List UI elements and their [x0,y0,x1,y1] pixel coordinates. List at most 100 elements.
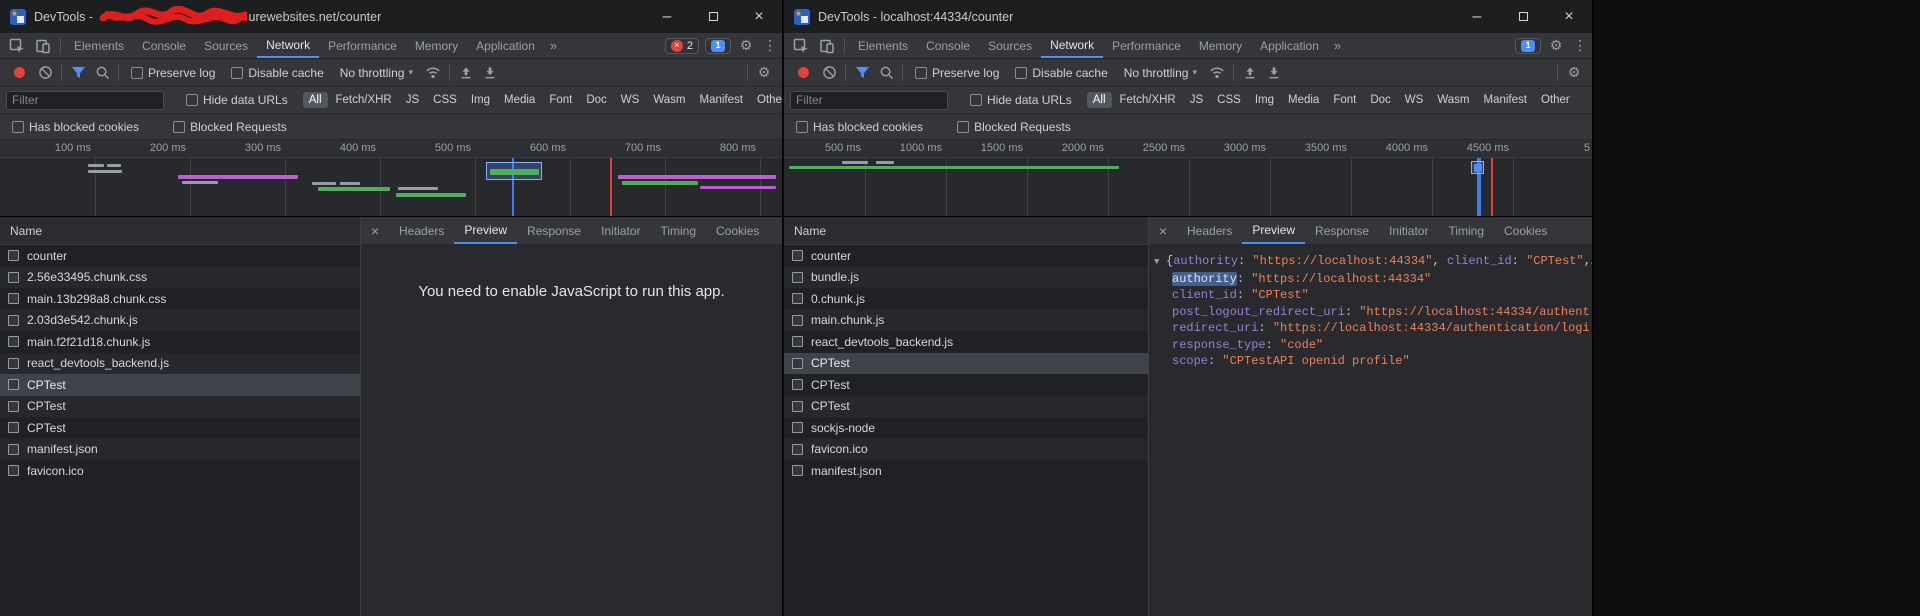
filter-chip-css[interactable]: CSS [1211,92,1247,108]
request-row[interactable]: manifest.json [0,438,360,460]
close-button[interactable]: × [736,0,782,33]
filter-chip-other[interactable]: Other [1535,92,1576,108]
import-har-icon[interactable] [1238,61,1262,85]
more-panels-chevron-icon[interactable]: » [544,33,563,58]
request-row[interactable]: react_devtools_backend.js [0,352,360,374]
network-settings-gear-icon[interactable]: ⚙ [752,61,776,85]
detail-tab-cookies[interactable]: Cookies [706,217,769,244]
detail-tab-headers[interactable]: Headers [1177,217,1242,244]
more-options-icon[interactable]: ⋮ [1568,34,1592,58]
request-row[interactable]: 0.chunk.js [784,288,1148,310]
close-pane-icon[interactable]: × [1149,217,1177,244]
detail-tab-timing[interactable]: Timing [650,217,706,244]
request-row[interactable]: CPTest [0,417,360,439]
close-button[interactable]: × [1546,0,1592,33]
network-overview-timeline[interactable]: 500 ms 1000 ms 1500 ms 2000 ms 2500 ms 3000 m… [784,140,1592,217]
more-panels-chevron-icon[interactable]: » [1328,33,1347,58]
filter-chip-all[interactable]: All [1086,92,1112,108]
filter-chip-all[interactable]: All [302,92,328,108]
request-row[interactable]: sockjs-node [784,417,1148,439]
panel-tab-elements[interactable]: Elements [849,33,917,58]
export-har-icon[interactable] [1262,61,1286,85]
hide-data-urls-checkbox[interactable]: Hide data URLs [970,93,1072,107]
panel-tab-sources[interactable]: Sources [979,33,1041,58]
request-row[interactable]: CPTest [0,395,360,417]
search-icon[interactable] [874,61,898,85]
filter-chip-js[interactable]: JS [1184,92,1209,108]
panel-tab-application[interactable]: Application [1251,33,1328,58]
blocked-requests-checkbox[interactable]: Blocked Requests [957,120,1071,134]
request-row[interactable]: CPTest [0,374,360,396]
panel-tab-console[interactable]: Console [133,33,195,58]
filter-chip-doc[interactable]: Doc [1364,92,1396,108]
detail-tab-cookies[interactable]: Cookies [1494,217,1557,244]
request-row[interactable]: counter [0,245,360,267]
hide-data-urls-checkbox[interactable]: Hide data URLs [186,93,288,107]
console-message-badge[interactable]: 1 [705,37,731,54]
request-row[interactable]: main.chunk.js [784,309,1148,331]
settings-gear-icon[interactable]: ⚙ [734,34,758,58]
filter-chip-media[interactable]: Media [1282,92,1325,108]
filter-funnel-icon[interactable] [850,61,874,85]
has-blocked-cookies-checkbox[interactable]: Has blocked cookies [12,120,139,134]
filter-chip-css[interactable]: CSS [427,92,463,108]
panel-tab-performance[interactable]: Performance [319,33,406,58]
device-toolbar-icon[interactable] [30,33,56,58]
inspect-element-icon[interactable] [4,33,30,58]
search-icon[interactable] [90,61,114,85]
filter-chip-wasm[interactable]: Wasm [647,92,691,108]
panel-tab-console[interactable]: Console [917,33,979,58]
filter-chip-fetch-xhr[interactable]: Fetch/XHR [330,92,398,108]
record-button[interactable] [14,67,25,78]
filter-chip-wasm[interactable]: Wasm [1431,92,1475,108]
maximize-button[interactable] [690,0,736,33]
import-har-icon[interactable] [454,61,478,85]
disable-cache-checkbox[interactable]: Disable cache [231,66,324,80]
filter-input[interactable] [790,90,948,110]
panel-tab-network[interactable]: Network [1041,33,1104,58]
titlebar[interactable]: DevTools - urewebsites.net/counter – × [0,0,782,33]
clear-icon[interactable] [817,61,841,85]
error-count-badge[interactable]: × 2 [664,37,699,54]
request-row[interactable]: favicon.ico [0,460,360,482]
device-toolbar-icon[interactable] [814,33,840,58]
network-conditions-icon[interactable] [421,61,445,85]
detail-tab-preview[interactable]: Preview [454,217,518,244]
request-row[interactable]: CPTest [784,395,1148,417]
titlebar[interactable]: DevTools - localhost:44334/counter – × [784,0,1592,33]
name-column-header[interactable]: Name [784,217,1148,245]
filter-input[interactable] [6,90,164,110]
filter-chip-js[interactable]: JS [400,92,425,108]
request-row[interactable]: counter [784,245,1148,267]
filter-chip-manifest[interactable]: Manifest [1477,92,1532,108]
request-row[interactable]: bundle.js [784,266,1148,288]
panel-tab-elements[interactable]: Elements [65,33,133,58]
panel-tab-application[interactable]: Application [467,33,544,58]
close-pane-icon[interactable]: × [361,217,389,244]
maximize-button[interactable] [1500,0,1546,33]
request-row[interactable]: 2.56e33495.chunk.css [0,266,360,288]
detail-tab-timing[interactable]: Timing [1438,217,1494,244]
disable-cache-checkbox[interactable]: Disable cache [1015,66,1108,80]
panel-tab-memory[interactable]: Memory [406,33,467,58]
request-row[interactable]: react_devtools_backend.js [784,331,1148,353]
request-row[interactable]: 2.03d3e542.chunk.js [0,309,360,331]
console-message-badge[interactable]: 1 [1515,37,1541,54]
panel-tab-memory[interactable]: Memory [1190,33,1251,58]
detail-tab-response[interactable]: Response [517,217,591,244]
request-row[interactable]: main.f2f21d18.chunk.js [0,331,360,353]
panel-tab-performance[interactable]: Performance [1103,33,1190,58]
filter-chip-fetch-xhr[interactable]: Fetch/XHR [1114,92,1182,108]
waterfall-overview[interactable] [0,158,782,217]
filter-chip-ws[interactable]: WS [615,92,646,108]
minimize-button[interactable]: – [1454,0,1500,33]
inspect-element-icon[interactable] [788,33,814,58]
detail-tab-initiator[interactable]: Initiator [591,217,650,244]
export-har-icon[interactable] [478,61,502,85]
detail-tab-headers[interactable]: Headers [389,217,454,244]
minimize-button[interactable]: – [644,0,690,33]
has-blocked-cookies-checkbox[interactable]: Has blocked cookies [796,120,923,134]
detail-tab-preview[interactable]: Preview [1242,217,1306,244]
preserve-log-checkbox[interactable]: Preserve log [131,66,215,80]
filter-chip-media[interactable]: Media [498,92,541,108]
